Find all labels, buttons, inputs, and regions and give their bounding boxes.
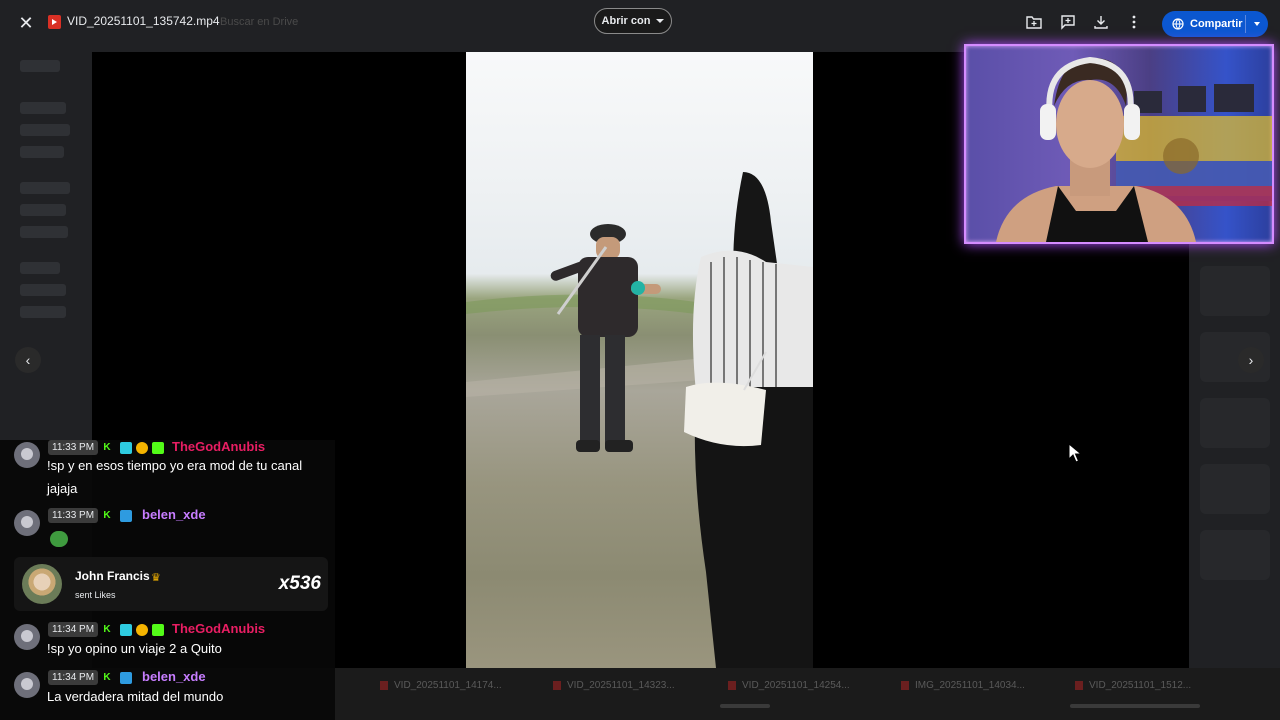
like-count: x536 (278, 573, 321, 594)
filmstrip-scrollbar[interactable] (720, 704, 770, 708)
man-figure (550, 224, 661, 452)
kick-badge-icon: K (103, 510, 111, 521)
share-button[interactable]: Compartir (1162, 11, 1268, 37)
open-with-button[interactable]: Abrir con (594, 8, 672, 34)
share-divider (1245, 15, 1246, 33)
video-file-icon (728, 680, 736, 690)
next-arrow-icon[interactable]: › (1238, 347, 1264, 373)
avatar (14, 672, 40, 698)
more-vert-icon[interactable] (1126, 14, 1142, 30)
coin-badge-icon (136, 624, 148, 636)
video-file-icon (1075, 680, 1083, 690)
subscriber-badge-icon (120, 442, 132, 454)
share-chevron-down-icon[interactable] (1254, 22, 1260, 26)
timestamp: 11:34 PM (48, 670, 99, 685)
close-icon[interactable]: ✕ (14, 11, 38, 35)
like-event-card: John Francis ♛ sent Likes x536 (14, 557, 328, 611)
image-file-icon (901, 680, 909, 690)
drive-file-grid (1190, 250, 1280, 670)
avatar (14, 624, 40, 650)
globe-icon (1172, 18, 1184, 30)
streamer-webcam (964, 44, 1274, 244)
emote-icon (50, 531, 68, 547)
open-with-label: Abrir con (601, 15, 651, 27)
timestamp: 11:33 PM (48, 508, 99, 523)
video-file-icon (553, 680, 561, 690)
download-icon[interactable] (1093, 14, 1109, 30)
gift-badge-icon (152, 442, 164, 454)
kick-badge-icon: K (103, 442, 111, 453)
video-file-icon (48, 15, 61, 29)
filmstrip-item[interactable]: VID_20251101_14323... (553, 680, 675, 691)
drive-sidebar (0, 50, 92, 450)
video-player[interactable] (466, 52, 813, 668)
chat-text: La verdadera mitad del mundo (47, 689, 224, 704)
chat-username[interactable]: belen_xde (142, 507, 206, 522)
stream-chat: 11:33 PM K TheGodAnubis !sp y en esos ti… (0, 439, 335, 720)
filmstrip-scrollbar-track[interactable] (1070, 704, 1200, 708)
file-title: VID_20251101_135742.mp4 (67, 14, 220, 28)
filmstrip: VID_20251101_14174... VID_20251101_14323… (335, 668, 1280, 720)
filmstrip-item[interactable]: VID_20251101_14174... (380, 680, 502, 691)
timestamp: 11:34 PM (48, 622, 99, 637)
timestamp: 11:33 PM (48, 440, 99, 455)
chat-text: !sp y en esos tiempo yo era mod de tu ca… (47, 458, 303, 473)
chevron-down-icon (656, 19, 665, 23)
subscriber-badge-icon (120, 510, 132, 522)
chat-username[interactable]: TheGodAnubis (172, 439, 265, 454)
avatar (14, 442, 40, 468)
avatar (14, 510, 40, 536)
crown-icon: ♛ (151, 572, 161, 584)
add-comment-icon[interactable] (1060, 14, 1076, 30)
video-file-icon (380, 680, 388, 690)
filmstrip-item[interactable]: VID_20251101_1512... (1075, 680, 1191, 691)
viewer-topbar: ✕ VID_20251101_135742.mp4 Buscar en Driv… (0, 0, 1280, 46)
filmstrip-item[interactable]: IMG_20251101_14034... (901, 680, 1025, 691)
previous-arrow-icon[interactable]: ‹ (15, 347, 41, 373)
folder-add-icon[interactable] (1026, 14, 1042, 30)
woman-figure (684, 172, 813, 668)
share-label: Compartir (1190, 18, 1243, 30)
chat-username[interactable]: TheGodAnubis (172, 621, 265, 636)
drive-search-link[interactable]: Buscar en Drive (220, 16, 298, 28)
subscriber-badge-icon (120, 624, 132, 636)
kick-badge-icon: K (103, 624, 111, 635)
avatar (22, 564, 62, 604)
video-frame (466, 172, 813, 668)
like-subtext: sent Likes (75, 590, 116, 600)
kick-badge-icon: K (103, 672, 111, 683)
gift-badge-icon (152, 624, 164, 636)
chat-text-continued: jajaja (47, 481, 78, 496)
mouse-cursor-icon (1068, 443, 1082, 463)
like-sender-name: John Francis (75, 569, 150, 583)
chat-text: !sp yo opino un viaje 2 a Quito (47, 641, 222, 656)
webcam-frame (996, 56, 1272, 242)
filmstrip-item[interactable]: VID_20251101_14254... (728, 680, 850, 691)
coin-badge-icon (136, 442, 148, 454)
subscriber-badge-icon (120, 672, 132, 684)
chat-username[interactable]: belen_xde (142, 669, 206, 684)
